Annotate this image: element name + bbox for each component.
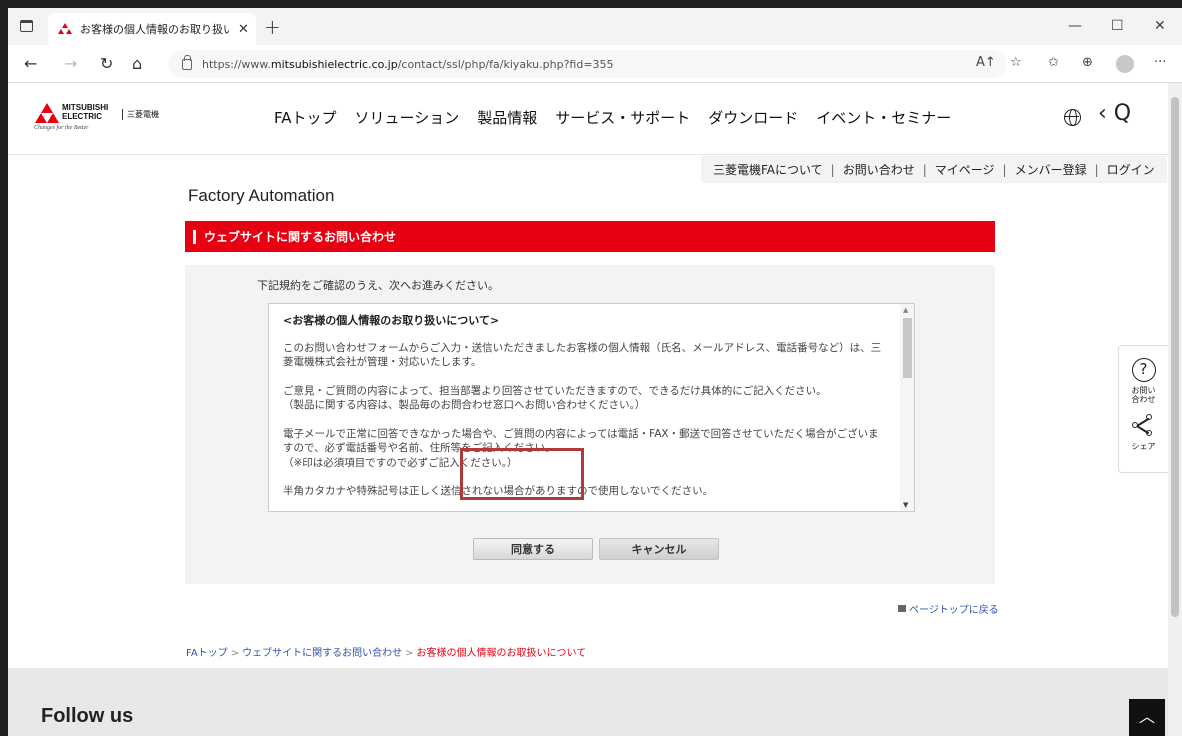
terms-paragraph-4: 半角カタカナや特殊記号は正しく送信されない場合がありますので使用しないでください… — [283, 485, 714, 497]
floating-side-menu: ? お問い 合わせ シェア — [1118, 345, 1168, 473]
breadcrumb: FAトップ > ウェブサイトに関するお問い合わせ > お客様の個人情報のお取扱いについて — [186, 648, 587, 659]
terms-paragraph-3: 電子メールで正常に回答できなかった場合や、ご質問の内容によっては電話・FAX・郵… — [283, 427, 879, 469]
page-top-link[interactable]: ページトップに戻る — [898, 601, 999, 616]
nav-download[interactable]: ダウンロード — [708, 107, 798, 128]
breadcrumb-website-contact[interactable]: ウェブサイトに関するお問い合わせ — [242, 648, 402, 659]
mitsubishi-logo[interactable]: MITSUBISHI ELECTRIC 三菱電機 Changes for the … — [34, 103, 164, 133]
browser-tab[interactable]: お客様の個人情報のお取り扱いにつ ✕ — [48, 13, 256, 45]
util-about[interactable]: 三菱電機FAについて — [713, 161, 823, 178]
home-icon[interactable]: ⌂ — [132, 54, 142, 73]
favorite-star-icon[interactable]: ☆ — [1010, 55, 1022, 70]
more-menu-icon[interactable]: ··· — [1154, 55, 1166, 70]
cancel-button[interactable]: キャンセル — [599, 538, 719, 560]
nav-fa-top[interactable]: FAトップ — [274, 107, 337, 128]
contact-float-label[interactable]: お問い 合わせ — [1119, 386, 1168, 404]
close-tab-icon[interactable]: ✕ — [238, 22, 249, 37]
breadcrumb-current: お客様の個人情報のお取扱いについて — [416, 648, 587, 659]
footer: Follow us — [8, 668, 1168, 736]
maximize-icon[interactable]: ☐ — [1111, 18, 1124, 34]
share-label[interactable]: シェア — [1119, 442, 1168, 451]
window-menu-icon[interactable] — [20, 20, 33, 32]
consent-panel: 下記規約をご確認のうえ、次へお進みください。 <お客様の個人情報のお取り扱いにつ… — [185, 265, 995, 584]
globe-icon[interactable] — [1064, 109, 1081, 126]
address-bar: ← → ↻ ⌂ https://www.mitsubishielectric.c… — [8, 45, 1182, 83]
search-toggle-icon[interactable]: ‹ Q — [1098, 101, 1131, 126]
close-window-icon[interactable]: ✕ — [1154, 18, 1166, 34]
nav-service-support[interactable]: サービス・サポート — [555, 107, 690, 128]
terms-scrollbar[interactable]: ▲ ▼ — [900, 304, 914, 511]
util-mypage[interactable]: マイページ — [935, 161, 995, 178]
util-register[interactable]: メンバー登録 — [1015, 161, 1087, 178]
follow-us-heading: Follow us — [41, 705, 134, 727]
collections-icon[interactable]: ⊕ — [1082, 55, 1093, 70]
section-header: ウェブサイトに関するお問い合わせ — [185, 221, 995, 252]
global-nav: FAトップ ソリューション 製品情報 サービス・サポート ダウンロード イベント… — [274, 107, 969, 128]
logo-jp: 三菱電機 — [122, 109, 159, 120]
profile-avatar[interactable] — [1116, 55, 1134, 73]
util-contact[interactable]: お問い合わせ — [843, 161, 915, 178]
tab-bar: お客様の個人情報のお取り扱いにつ ✕ + — ☐ ✕ — [8, 8, 1182, 45]
site-title: Factory Automation — [188, 186, 335, 205]
url-text: https://www.mitsubishielectric.co.jp/con… — [202, 57, 614, 71]
three-diamonds-icon — [34, 103, 60, 123]
terms-heading: <お客様の個人情報のお取り扱いについて> — [283, 314, 500, 327]
refresh-icon[interactable]: ↻ — [100, 54, 113, 73]
question-icon[interactable]: ? — [1131, 358, 1156, 382]
agree-highlight-box — [460, 448, 584, 500]
nav-events[interactable]: イベント・セミナー — [816, 107, 951, 128]
favorites-icon[interactable]: ✩ — [1048, 55, 1059, 70]
mitsubishi-favicon-icon — [58, 23, 72, 35]
minimize-icon[interactable]: — — [1068, 18, 1082, 34]
lock-icon — [182, 54, 192, 70]
logo-wordmark: MITSUBISHI ELECTRIC — [62, 103, 109, 121]
scroll-to-top-button[interactable]: ︿ — [1129, 699, 1165, 736]
page-scroll-thumb[interactable] — [1171, 97, 1179, 617]
url-field[interactable]: https://www.mitsubishielectric.co.jp/con… — [168, 50, 1006, 78]
page-viewport: MITSUBISHI ELECTRIC 三菱電機 Changes for the … — [8, 83, 1168, 736]
terms-textbox[interactable]: <お客様の個人情報のお取り扱いについて> このお問い合わせフォームからご入力・送… — [268, 303, 915, 512]
page-top-icon — [898, 605, 906, 612]
scroll-down-icon[interactable]: ▼ — [903, 501, 908, 509]
nav-products[interactable]: 製品情報 — [477, 107, 537, 128]
nav-solutions[interactable]: ソリューション — [355, 107, 460, 128]
section-title: ウェブサイトに関するお問い合わせ — [204, 230, 397, 244]
breadcrumb-fa-top[interactable]: FAトップ — [186, 648, 228, 659]
agree-button[interactable]: 同意する — [473, 538, 593, 560]
utility-nav: 三菱電機FAについて | お問い合わせ | マイページ | メンバー登録 | ログイン — [701, 156, 1167, 183]
logo-tagline: Changes for the Better — [34, 125, 89, 131]
tab-title: お客様の個人情報のお取り扱いにつ — [80, 23, 230, 36]
read-aloud-icon[interactable]: A↑ — [976, 55, 996, 70]
terms-paragraph-2: ご意見・ご質問の内容によって、担当部署より回答させていただきますので、できるだけ… — [283, 384, 827, 412]
forward-icon[interactable]: → — [64, 54, 77, 73]
section-header-marker — [193, 229, 196, 244]
new-tab-icon[interactable]: + — [264, 15, 281, 39]
back-icon[interactable]: ← — [24, 54, 37, 73]
scroll-up-icon[interactable]: ▲ — [903, 306, 908, 314]
share-icon[interactable] — [1131, 414, 1156, 438]
browser-window: お客様の個人情報のお取り扱いにつ ✕ + — ☐ ✕ ← → ↻ ⌂ https… — [8, 8, 1182, 736]
util-login[interactable]: ログイン — [1107, 161, 1155, 178]
terms-paragraph-1: このお問い合わせフォームからご入力・送信いただきましたお客様の個人情報（氏名、メ… — [283, 341, 882, 369]
terms-scroll-thumb[interactable] — [903, 318, 912, 378]
intro-text: 下記規約をご確認のうえ、次へお進みください。 — [257, 279, 499, 292]
page-scrollbar[interactable] — [1168, 83, 1182, 736]
site-header: MITSUBISHI ELECTRIC 三菱電機 Changes for the … — [8, 83, 1168, 155]
